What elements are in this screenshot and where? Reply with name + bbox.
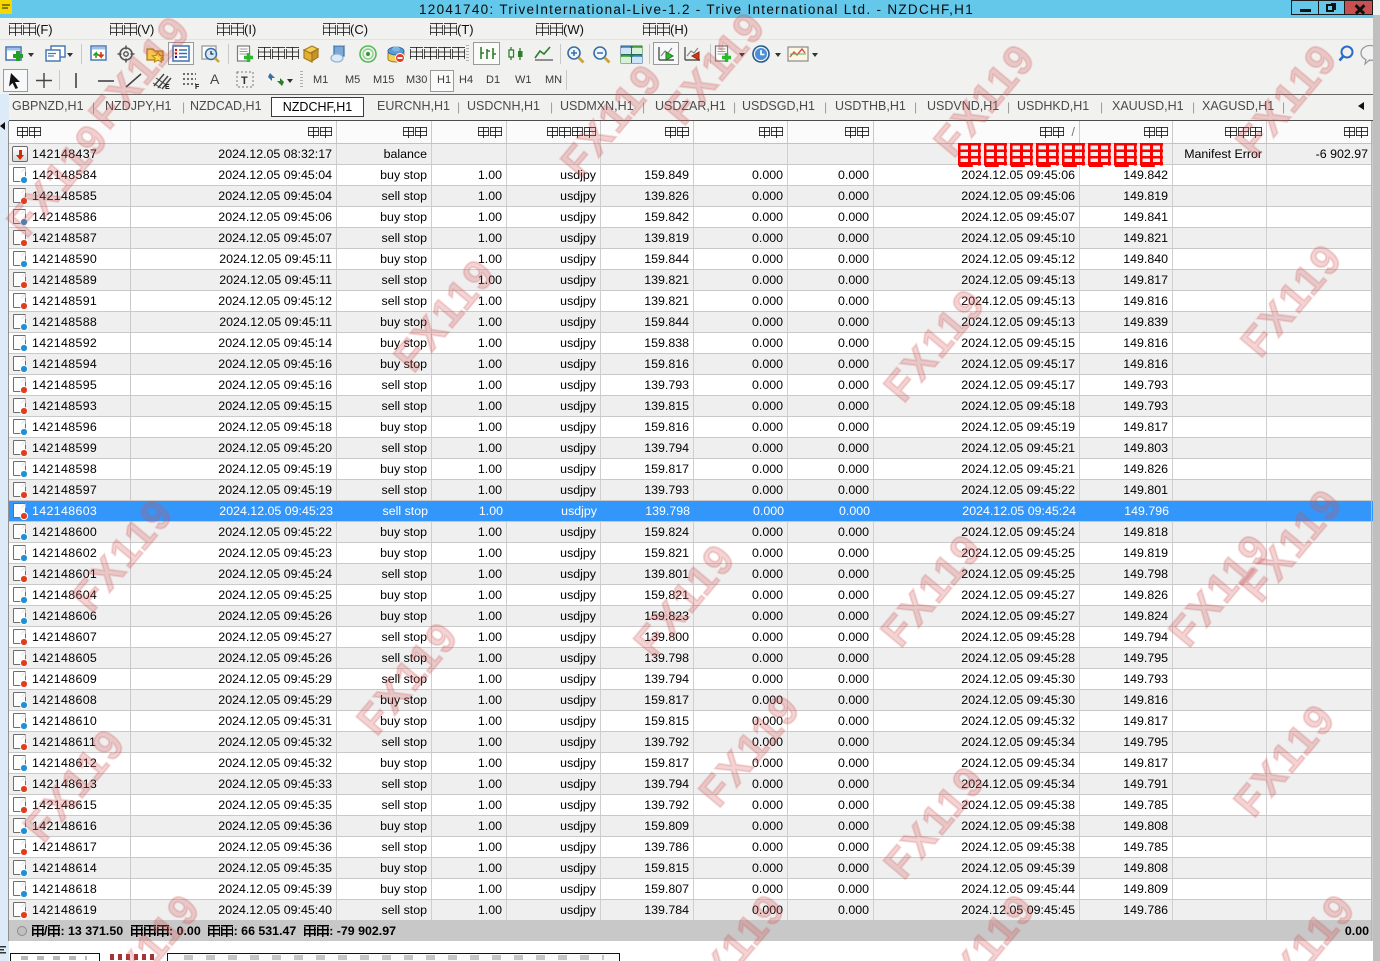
svg-text:F: F — [195, 84, 200, 90]
svg-text:E: E — [165, 84, 170, 90]
svg-text:T: T — [241, 75, 248, 87]
